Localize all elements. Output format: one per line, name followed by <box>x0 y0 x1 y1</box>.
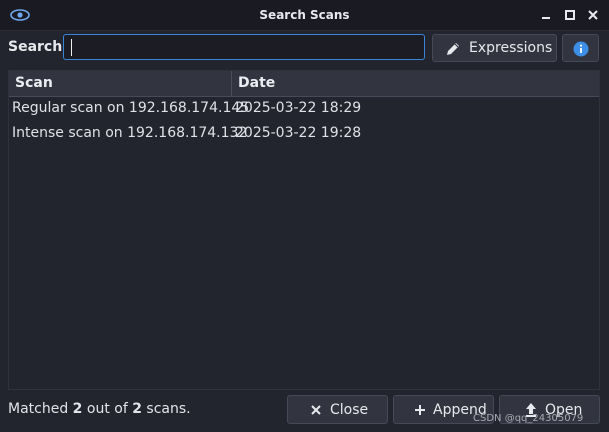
text-caret <box>71 39 72 56</box>
search-input[interactable] <box>63 34 425 60</box>
match-status: Matched 2 out of 2 scans. <box>8 401 191 417</box>
scans-table: Scan Date Regular scan on 192.168.174.14… <box>8 70 600 390</box>
close-button[interactable]: Close <box>287 395 388 424</box>
watermark-text: CSDN @qq_24305079 <box>473 413 584 424</box>
column-header-date[interactable]: Date <box>238 75 275 91</box>
matched-count: 2 <box>72 401 83 417</box>
table-header: Scan Date <box>9 71 599 97</box>
expressions-label: Expressions <box>469 40 553 56</box>
scan-cell: Regular scan on 192.168.174.145 <box>12 100 250 116</box>
maximize-icon[interactable] <box>563 8 577 22</box>
info-icon <box>573 41 589 57</box>
title-bar: Search Scans <box>0 0 609 31</box>
table-row[interactable]: Regular scan on 192.168.174.145 2025-03-… <box>9 97 599 121</box>
status-suffix: scans. <box>146 401 191 417</box>
table-row[interactable]: Intense scan on 192.168.174.132 2025-03-… <box>9 122 599 146</box>
plus-icon <box>415 405 425 415</box>
column-divider[interactable] <box>231 71 232 96</box>
close-icon[interactable] <box>586 8 600 22</box>
total-count: 2 <box>132 401 142 417</box>
expressions-button[interactable]: Expressions <box>432 34 557 62</box>
pencil-icon <box>447 43 459 55</box>
date-cell: 2025-03-22 19:28 <box>235 125 362 141</box>
scan-cell: Intense scan on 192.168.174.132 <box>12 125 248 141</box>
minimize-icon[interactable] <box>539 8 553 22</box>
column-header-scan[interactable]: Scan <box>15 75 53 91</box>
window-title: Search Scans <box>259 8 350 22</box>
close-label: Close <box>330 402 369 418</box>
search-label: Search: <box>8 39 68 55</box>
status-middle: out of <box>86 401 128 417</box>
status-prefix: Matched <box>8 401 69 417</box>
info-button[interactable] <box>562 34 599 62</box>
date-cell: 2025-03-22 18:29 <box>235 100 362 116</box>
x-icon <box>311 405 321 415</box>
